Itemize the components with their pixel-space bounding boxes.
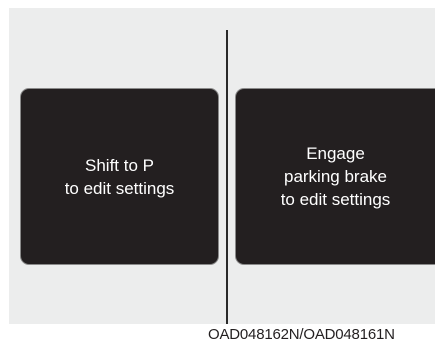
message-text: Engage parking brake to edit settings (281, 142, 391, 211)
message-line: parking brake (283, 167, 387, 186)
message-line: to edit settings (64, 178, 175, 198)
figure-code-caption: OAD048162N/OAD048161N (208, 326, 395, 343)
vertical-divider (226, 30, 228, 324)
cluster-message-parking-brake: Engage parking brake to edit settings (235, 88, 435, 265)
message-line: Engage (306, 144, 365, 163)
message-text: Shift to P to edit settings (65, 154, 175, 200)
caption-area: OAD048162N/OAD048161N (0, 320, 435, 344)
cluster-message-shift-to-p: Shift to P to edit settings (20, 88, 219, 265)
message-line: Shift to P (85, 155, 154, 175)
message-line: to edit settings (280, 190, 391, 209)
